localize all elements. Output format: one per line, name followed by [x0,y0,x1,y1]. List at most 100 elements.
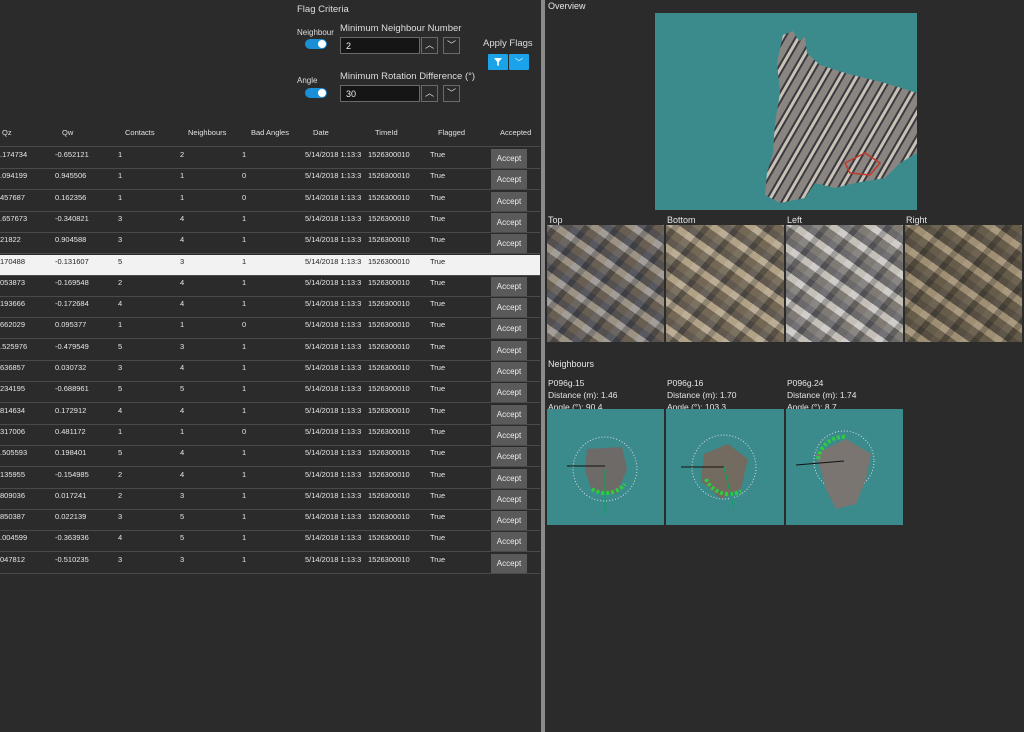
cell-qw: -0.652121 [55,150,89,159]
cell-bad-angles: 1 [242,256,247,266]
cell-bad-angles: 1 [242,150,247,159]
bottom-viewport[interactable] [666,225,784,342]
pane-splitter[interactable] [541,0,545,732]
table-row[interactable]: 170488 -0.131607 5 3 1 5/14/2018 1:13:3 152630… [0,254,540,276]
neighbours-title: Neighbours [548,359,595,369]
cell-flagged: True [430,192,446,202]
cell-date: 5/14/2018 1:13:3 [305,150,362,159]
cell-contacts: 1 [118,171,123,181]
cell-bad-angles: 1 [242,469,247,479]
column-header-neighbours[interactable]: Neighbours [188,128,226,137]
cell-date: 5/14/2018 1:13:3 [305,405,362,415]
cell-qw: -0.510235 [55,554,89,564]
accept-button[interactable]: Accept [491,362,527,381]
table-row[interactable]: 662029 0.095377 1 1 0 5/14/2018 1:13:3 1526300… [0,318,540,340]
bottom-view-label: Bottom [667,215,696,225]
cell-timeid: 1526300010 [368,448,410,458]
cell-flagged: True [430,512,446,522]
table-row[interactable]: .525976 -0.479549 5 3 1 5/14/2018 1:13:3 15263… [0,340,540,361]
table-row[interactable]: .174734 -0.652121 1 2 1 5/14/2018 1:13:3 15263… [0,148,540,169]
accept-button[interactable]: Accept [491,511,527,531]
cell-date: 5/14/2018 1:13:3 [305,384,362,394]
cell-qw: 0.481172 [55,426,86,436]
cell-flagged: True [430,299,446,309]
neighbour-card-2: P096g.16 Distance (m): 1.70 Angle (°): 1… [667,377,783,413]
table-row[interactable]: 850387 0.022139 3 5 1 5/14/2018 1:13:3 1526300… [0,510,540,532]
cell-qz: .657673 [0,213,28,223]
accept-button[interactable]: Accept [491,170,527,190]
column-header-accepted[interactable]: Accepted [500,128,531,137]
cell-flagged: True [430,426,446,436]
table-row[interactable]: 053873 -0.169548 2 4 1 5/14/2018 1:13:3 152630… [0,276,540,297]
table-row[interactable]: 193666 -0.172684 4 4 1 5/14/2018 1:13:3 152630… [0,297,540,319]
accept-button[interactable]: Accept [491,149,527,168]
cell-neighbours: 3 [180,554,185,564]
table-row[interactable]: 457687 0.162356 1 1 0 5/14/2018 1:13:3 1526300… [0,191,540,212]
right-viewport[interactable] [905,225,1022,342]
table-row[interactable]: .094199 0.945506 1 1 0 5/14/2018 1:13:3 152630… [0,169,540,191]
cell-date: 5/14/2018 1:13:3 [305,469,362,479]
cell-date: 5/14/2018 1:13:3 [305,256,362,266]
cell-timeid: 1526300010 [368,533,410,543]
accept-button[interactable]: Accept [491,298,527,318]
cell-neighbours: 4 [180,448,185,458]
column-header-qw[interactable]: Qw [62,128,73,137]
accept-button[interactable]: Accept [491,319,527,339]
top-view-label: Top [548,215,563,225]
data-table: Qz Qw Contacts Neighbours Bad Angles Dat… [0,0,541,732]
cell-contacts: 3 [118,363,123,372]
accept-button[interactable]: Accept [491,276,527,296]
cell-date: 5/14/2018 1:13:3 [305,171,362,181]
neighbour-viewport-3[interactable] [786,409,903,525]
cell-qw: -0.479549 [55,341,89,351]
column-header-timeid[interactable]: TimeId [375,128,398,137]
accept-button[interactable]: Accept [491,468,527,488]
cell-neighbours: 5 [180,384,185,394]
accept-button[interactable]: Accept [491,425,527,445]
cell-date: 5/14/2018 1:13:3 [305,533,362,543]
neighbour-viewport-2[interactable] [666,409,784,525]
accept-button[interactable]: Accept [491,340,527,360]
table-row[interactable]: 135955 -0.154985 2 4 1 5/14/2018 1:13:3 152630… [0,468,540,489]
table-row[interactable]: 317006 0.481172 1 1 0 5/14/2018 1:13:3 1526300… [0,425,540,446]
left-viewport[interactable] [786,225,903,342]
table-row[interactable]: .004599 -0.363936 4 5 1 5/14/2018 1:13:3 15263… [0,531,540,553]
accept-button[interactable]: Accept [491,404,527,424]
table-row[interactable]: 809036 0.017241 2 3 1 5/14/2018 1:13:3 1526300… [0,489,540,510]
cell-contacts: 4 [118,533,123,543]
cell-timeid: 1526300010 [368,363,410,372]
column-header-qz[interactable]: Qz [2,128,12,137]
column-header-date[interactable]: Date [313,128,329,137]
right-view-label: Right [906,215,928,225]
table-row[interactable]: .505593 0.198401 5 4 1 5/14/2018 1:13:3 152630… [0,446,540,468]
cell-neighbours: 5 [180,512,185,522]
table-row[interactable]: 047812 -0.510235 3 3 1 5/14/2018 1:13:3 152630… [0,553,540,574]
cell-timeid: 1526300010 [368,512,410,522]
neighbour-viewport-1[interactable] [547,409,664,525]
accept-button[interactable]: Accept [491,447,527,467]
cell-neighbours: 1 [180,192,185,202]
accept-button[interactable]: Accept [491,489,527,509]
table-row[interactable]: 21822 0.904588 3 4 1 5/14/2018 1:13:3 15263000… [0,233,540,255]
accept-button[interactable]: Accept [491,532,527,552]
table-row[interactable]: .657673 -0.340821 3 4 1 5/14/2018 1:13:3 15263… [0,212,540,233]
table-row[interactable]: 636857 0.030732 3 4 1 5/14/2018 1:13:3 1526300… [0,361,540,382]
accept-button[interactable]: Accept [491,234,527,254]
overview-viewport[interactable] [655,13,917,210]
cell-qz: 047812 [0,554,26,564]
neighbour-id: P096g.24 [787,378,824,388]
accept-button[interactable]: Accept [491,191,527,211]
column-header-contacts[interactable]: Contacts [125,128,155,137]
column-header-bad-angles[interactable]: Bad Angles [251,128,289,137]
table-row[interactable]: 814634 0.172912 4 4 1 5/14/2018 1:13:3 1526300… [0,404,540,425]
cell-qz: 21822 [0,235,21,245]
table-row[interactable]: 234195 -0.688961 5 5 1 5/14/2018 1:13:3 152630… [0,382,540,404]
accept-button[interactable]: Accept [491,383,527,403]
accept-button[interactable]: Accept [491,212,527,232]
accept-button[interactable]: Accept [491,553,527,573]
top-viewport[interactable] [547,225,664,342]
cell-qw: -0.169548 [55,277,89,287]
cell-bad-angles: 0 [242,320,247,330]
cell-neighbours: 4 [180,363,185,372]
column-header-flagged[interactable]: Flagged [438,128,465,137]
